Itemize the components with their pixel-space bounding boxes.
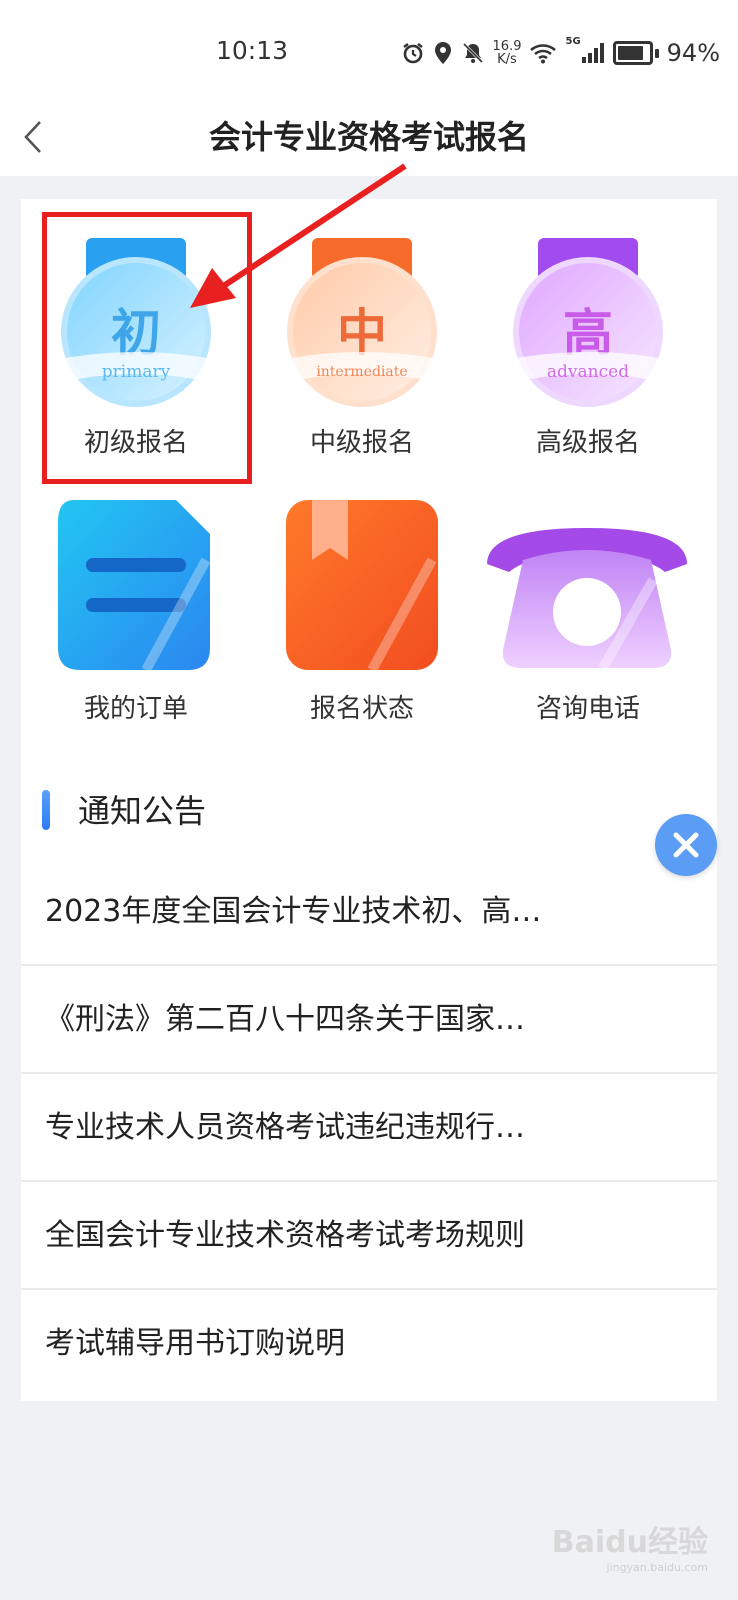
notice-item-text: 《刑法》第二百八十四条关于国家… [45, 1002, 525, 1037]
pointer-arrow-icon [190, 163, 407, 308]
watermark-text: Baidu经验 [551, 1525, 708, 1560]
notice-item-text: 全国会计专业技术资格考试考场规则 [45, 1218, 525, 1253]
location-icon [434, 42, 451, 64]
order-list-icon [58, 500, 211, 673]
bookmark-book-icon [286, 500, 438, 673]
status-bar: 10:13 16.9 K/s 5G 94% [0, 0, 738, 100]
status-time: 10:13 [216, 36, 289, 65]
watermark: Baidu经验 jingyan.baidu.com [552, 1517, 708, 1574]
notice-title: 通知公告 [78, 792, 207, 830]
notice-item-text: 专业技术人员资格考试违纪违规行… [45, 1110, 525, 1145]
battery-tip [654, 48, 659, 58]
notice-item-text: 考试辅导用书订购说明 [45, 1326, 345, 1361]
bell-off-icon [462, 42, 483, 64]
status-icons: 16.9 K/s 5G 94% [401, 36, 720, 70]
consult-phone-label: 咨询电话 [535, 694, 640, 724]
net-speed: 16.9 K/s [493, 40, 522, 66]
watermark-sub: jingyan.baidu.com [606, 1561, 708, 1574]
close-button[interactable] [655, 814, 717, 876]
battery-icon [612, 41, 653, 65]
my-orders-label: 我的订单 [83, 694, 188, 724]
telephone-icon [487, 528, 687, 671]
registration-status-label: 报名状态 [309, 694, 414, 724]
net-speed-unit: K/s [497, 52, 517, 67]
intermediate-medal-text: intermediate [316, 364, 407, 380]
notice-item[interactable]: 全国会计专业技术资格考试考场规则 [21, 1182, 717, 1290]
notice-item-text: 2023年度全国会计专业技术初、高… [45, 894, 542, 929]
alarm-icon [402, 43, 423, 64]
notice-accent-bar [42, 790, 50, 830]
cellular-signal-icon [581, 43, 604, 63]
consult-phone[interactable]: 咨询电话 [487, 500, 688, 730]
notice-item[interactable]: 专业技术人员资格考试违纪违规行… [21, 1074, 717, 1182]
advanced-medal-text: advanced [547, 362, 629, 382]
wifi-icon [530, 44, 557, 64]
my-orders[interactable]: 我的订单 [36, 500, 236, 730]
advanced-registration-label: 高级报名 [535, 428, 640, 458]
notice-item[interactable]: 2023年度全国会计专业技术初、高… [21, 858, 717, 966]
intermediate-registration-label: 中级报名 [309, 428, 414, 458]
registration-status[interactable]: 报名状态 [262, 500, 462, 730]
battery-percent: 94% [666, 39, 720, 67]
signal-type: 5G [565, 36, 581, 47]
close-icon [673, 832, 699, 858]
notice-item[interactable]: 《刑法》第二百八十四条关于国家… [21, 966, 717, 1074]
notice-item[interactable]: 考试辅导用书订购说明 [21, 1290, 717, 1398]
